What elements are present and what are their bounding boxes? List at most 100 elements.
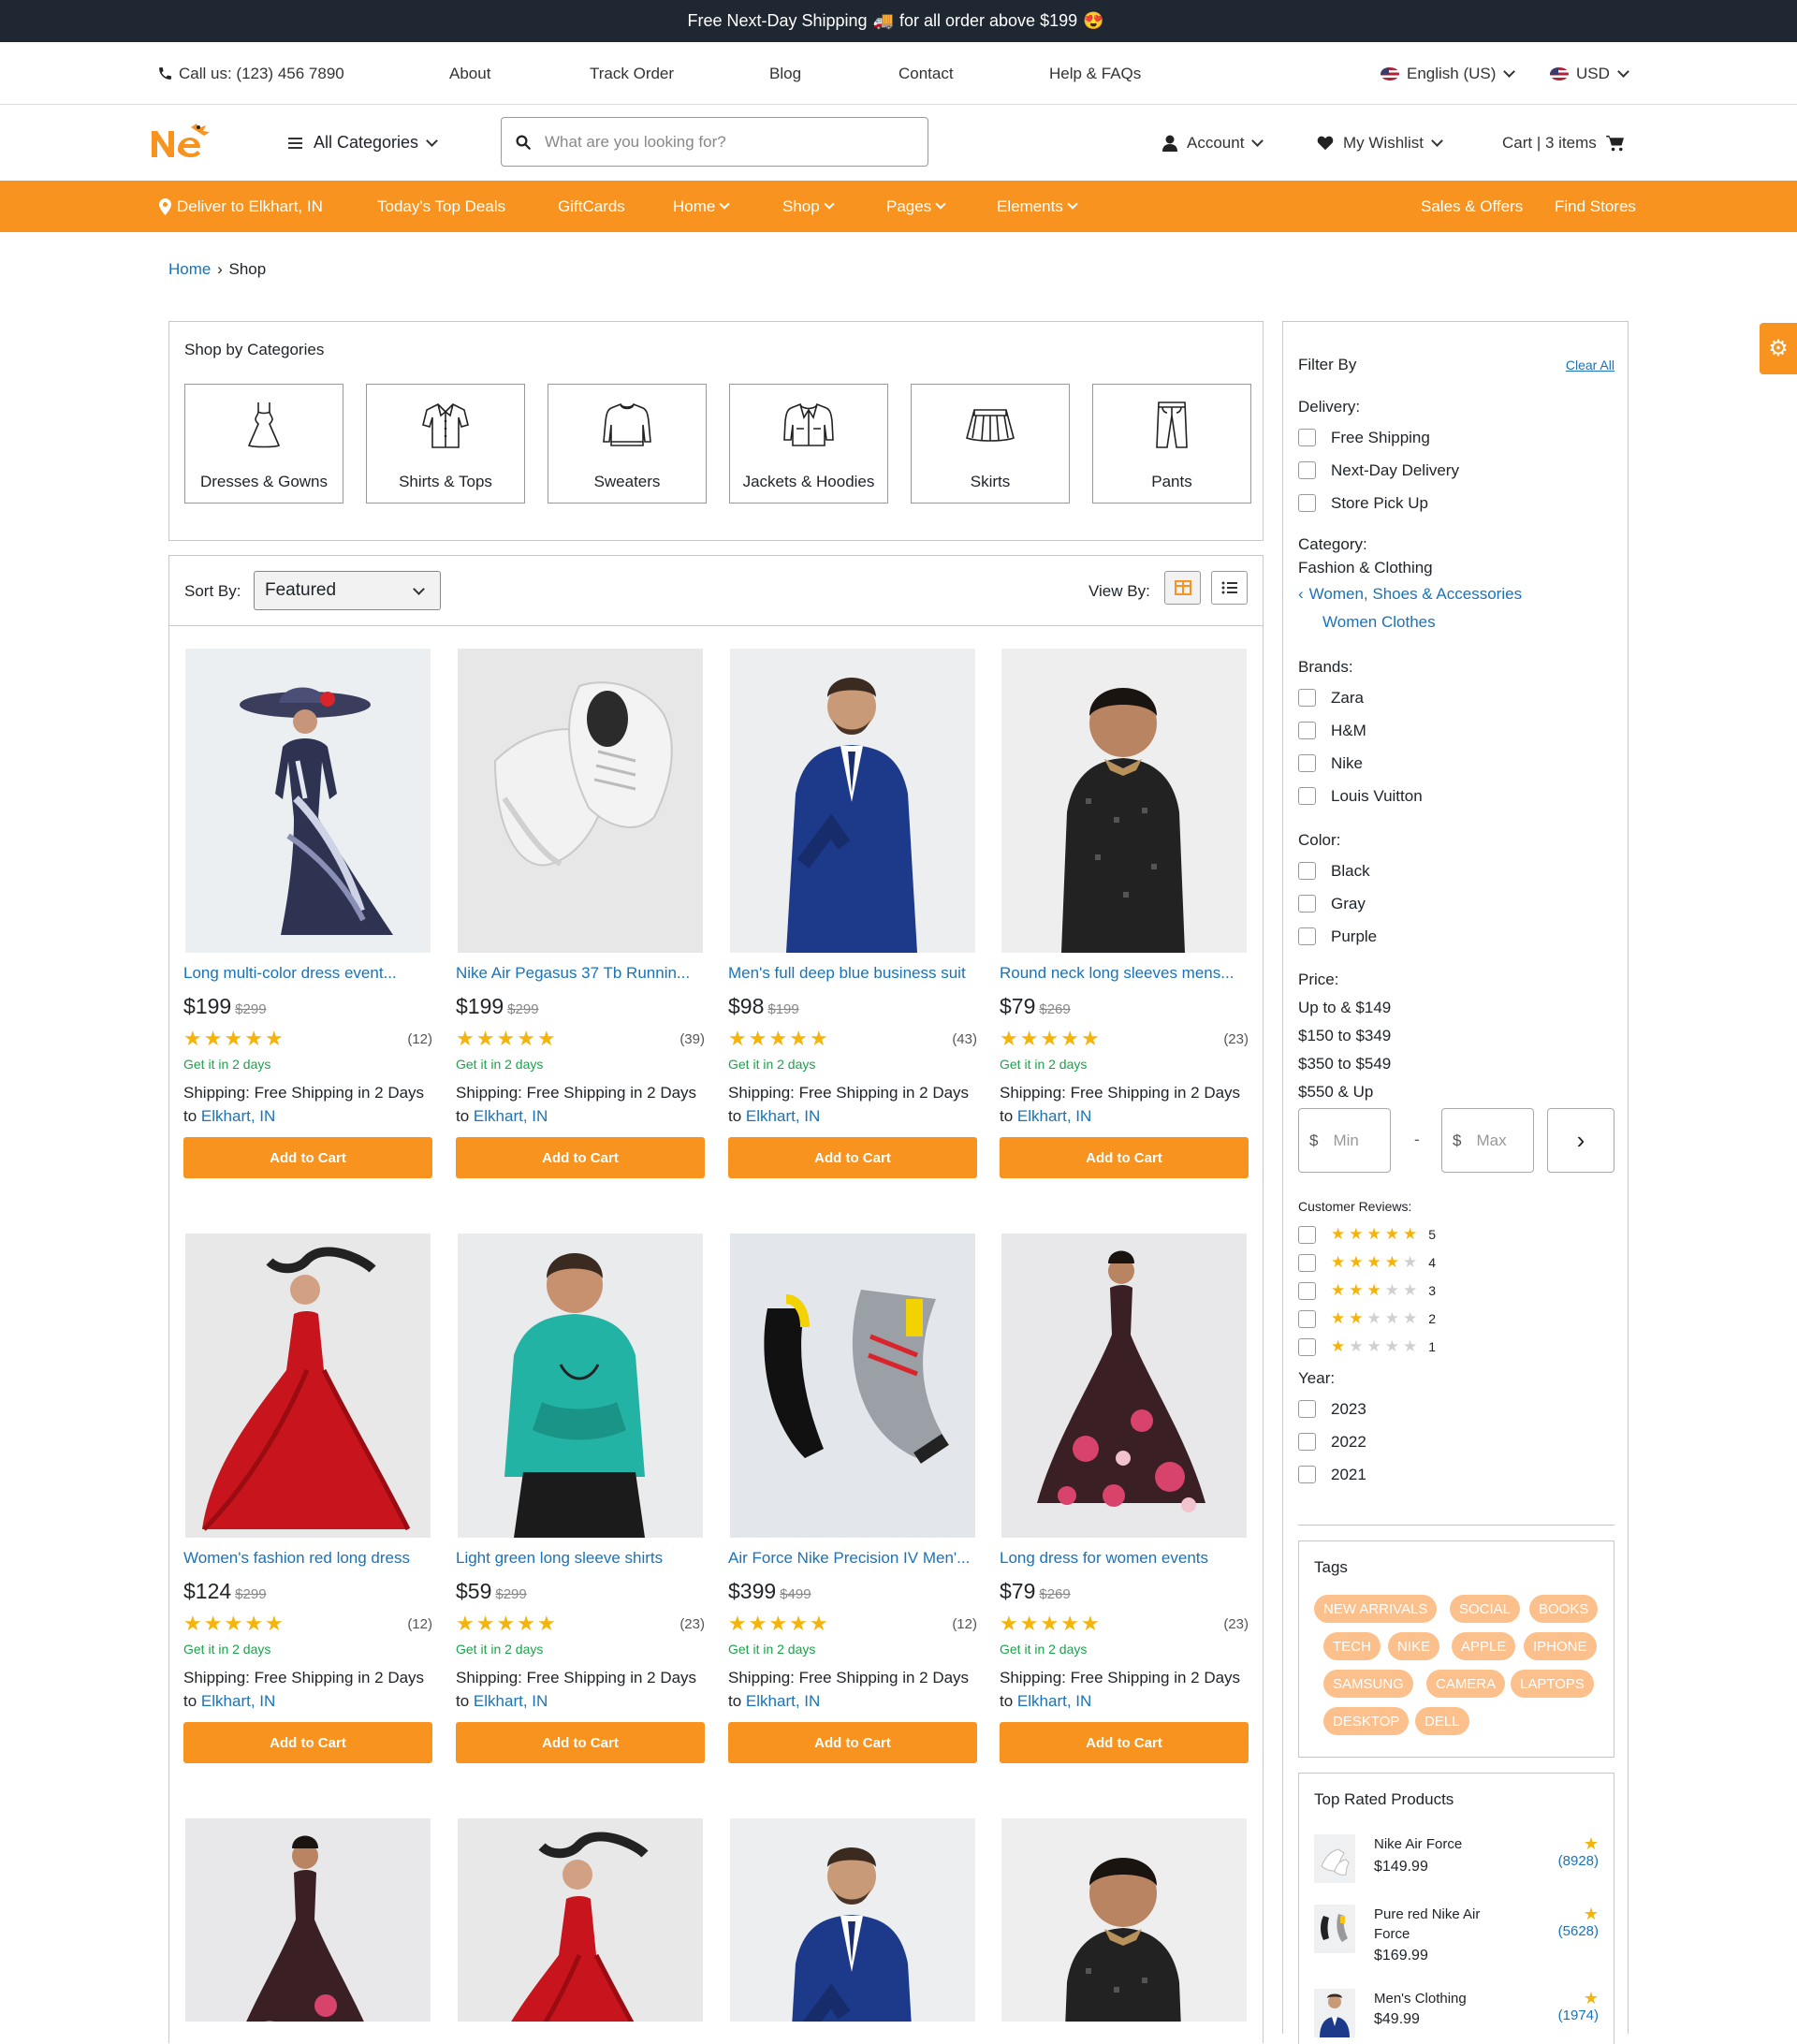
price-range-link[interactable]: $350 to $549 bbox=[1298, 1050, 1391, 1078]
tag-chip[interactable]: DESKTOP bbox=[1323, 1707, 1410, 1735]
search-icon[interactable] bbox=[515, 134, 532, 151]
product-image[interactable] bbox=[730, 649, 975, 953]
pages-menu[interactable]: Pages bbox=[886, 181, 946, 232]
checkbox[interactable] bbox=[1298, 862, 1316, 880]
year-option[interactable]: 2021 bbox=[1298, 1458, 1366, 1491]
giftcards-link[interactable]: GiftCards bbox=[558, 181, 625, 232]
price-range-link[interactable]: $550 & Up bbox=[1298, 1078, 1391, 1106]
product-image[interactable] bbox=[1001, 1818, 1247, 2022]
checkbox[interactable] bbox=[1298, 895, 1316, 912]
brand-option[interactable]: Louis Vuitton bbox=[1298, 780, 1423, 812]
product-card[interactable] bbox=[183, 1818, 432, 2022]
checkbox[interactable] bbox=[1298, 1281, 1316, 1300]
top-deals-link[interactable]: Today's Top Deals bbox=[377, 181, 505, 232]
shipping-location[interactable]: Elkhart, IN bbox=[1017, 1107, 1091, 1125]
checkbox[interactable] bbox=[1298, 494, 1316, 512]
category-shirts[interactable]: Shirts & Tops bbox=[366, 384, 525, 504]
product-card[interactable] bbox=[728, 1818, 977, 2022]
category-pants[interactable]: Pants bbox=[1092, 384, 1251, 504]
tag-chip[interactable]: TECH bbox=[1323, 1632, 1381, 1660]
product-title[interactable]: Nike Air Pegasus 37 Tb Runnin... bbox=[456, 964, 705, 983]
year-option[interactable]: 2022 bbox=[1298, 1425, 1366, 1458]
product-title[interactable]: Men's full deep blue business suit bbox=[728, 964, 977, 983]
brand-option[interactable]: H&M bbox=[1298, 714, 1423, 747]
category-parent-link[interactable]: ‹ Women, Shoes & Accessories bbox=[1298, 585, 1522, 613]
add-to-cart-button[interactable]: Add to Cart bbox=[183, 1722, 432, 1763]
color-option[interactable]: Gray bbox=[1298, 887, 1377, 920]
sort-select[interactable]: Featured bbox=[254, 571, 441, 610]
category-sweaters[interactable]: Sweaters bbox=[548, 384, 707, 504]
add-to-cart-button[interactable]: Add to Cart bbox=[456, 1722, 705, 1763]
settings-gear-button[interactable]: ⚙ bbox=[1760, 323, 1797, 374]
apply-price-button[interactable]: › bbox=[1547, 1108, 1614, 1173]
color-option[interactable]: Black bbox=[1298, 854, 1377, 887]
checkbox[interactable] bbox=[1298, 927, 1316, 945]
checkbox[interactable] bbox=[1298, 754, 1316, 772]
shipping-location[interactable]: Elkhart, IN bbox=[201, 1692, 275, 1710]
product-image[interactable] bbox=[1001, 1234, 1247, 1538]
product-card[interactable]: Men's full deep blue business suit $98 $1… bbox=[728, 649, 977, 1178]
price-range-link[interactable]: Up to & $149 bbox=[1298, 994, 1391, 1022]
product-title[interactable]: Air Force Nike Precision IV Men'... bbox=[728, 1549, 977, 1568]
year-option[interactable]: 2023 bbox=[1298, 1393, 1366, 1425]
add-to-cart-button[interactable]: Add to Cart bbox=[1000, 1137, 1249, 1178]
product-card[interactable]: Long dress for women events $79 $269 ★ ★ ★ ★… bbox=[1000, 1234, 1249, 1763]
product-image[interactable] bbox=[458, 1818, 703, 2022]
review-filter-option[interactable]: ★ ★ ★ ★ ★ 3 bbox=[1298, 1277, 1436, 1305]
product-title[interactable]: Long multi-color dress event... bbox=[183, 964, 432, 983]
product-card[interactable] bbox=[1000, 1818, 1249, 2022]
shipping-location[interactable]: Elkhart, IN bbox=[746, 1692, 820, 1710]
add-to-cart-button[interactable]: Add to Cart bbox=[456, 1137, 705, 1178]
product-image[interactable] bbox=[458, 649, 703, 953]
all-categories-menu[interactable]: All Categories bbox=[288, 105, 438, 181]
tag-chip[interactable]: SOCIAL bbox=[1450, 1595, 1521, 1623]
shipping-location[interactable]: Elkhart, IN bbox=[474, 1692, 548, 1710]
max-price-input[interactable]: $ Max bbox=[1441, 1108, 1534, 1173]
checkbox[interactable] bbox=[1298, 1309, 1316, 1328]
product-title[interactable]: Long dress for women events bbox=[1000, 1549, 1249, 1568]
review-filter-option[interactable]: ★ ★ ★ ★ ★ 4 bbox=[1298, 1248, 1436, 1277]
product-title[interactable]: Light green long sleeve shirts bbox=[456, 1549, 705, 1568]
sales-offers-link[interactable]: Sales & Offers bbox=[1421, 181, 1523, 232]
review-filter-option[interactable]: ★ ★ ★ ★ ★ 2 bbox=[1298, 1305, 1436, 1333]
checkbox[interactable] bbox=[1298, 1253, 1316, 1272]
tag-chip[interactable]: NIKE bbox=[1388, 1632, 1440, 1660]
shipping-location[interactable]: Elkhart, IN bbox=[201, 1107, 275, 1125]
tag-chip[interactable]: NEW ARRIVALS bbox=[1314, 1595, 1438, 1623]
category-jackets[interactable]: Jackets & Hoodies bbox=[729, 384, 888, 504]
phone-link[interactable]: Call us: (123) 456 7890 bbox=[157, 42, 344, 105]
review-filter-option[interactable]: ★ ★ ★ ★ ★ 5 bbox=[1298, 1220, 1436, 1248]
home-menu[interactable]: Home bbox=[673, 181, 731, 232]
tag-chip[interactable]: DELL bbox=[1415, 1707, 1469, 1735]
category-dresses[interactable]: Dresses & Gowns bbox=[184, 384, 343, 504]
breadcrumb-home[interactable]: Home bbox=[168, 260, 211, 278]
deliver-to-link[interactable]: Deliver to Elkhart, IN bbox=[159, 181, 323, 232]
grid-view-button[interactable] bbox=[1164, 571, 1201, 605]
min-price-input[interactable]: $ Min bbox=[1298, 1108, 1391, 1173]
price-range-link[interactable]: $150 to $349 bbox=[1298, 1022, 1391, 1050]
shop-menu[interactable]: Shop bbox=[782, 181, 835, 232]
add-to-cart-button[interactable]: Add to Cart bbox=[728, 1722, 977, 1763]
checkbox[interactable] bbox=[1298, 689, 1316, 707]
blog-link[interactable]: Blog bbox=[769, 42, 801, 105]
list-view-button[interactable] bbox=[1211, 571, 1248, 605]
add-to-cart-button[interactable]: Add to Cart bbox=[183, 1137, 432, 1178]
product-image[interactable] bbox=[458, 1234, 703, 1538]
product-image[interactable] bbox=[185, 1234, 431, 1538]
product-card[interactable]: Long multi-color dress event... $199 $299… bbox=[183, 649, 432, 1178]
review-filter-option[interactable]: ★ ★ ★ ★ ★ 1 bbox=[1298, 1333, 1436, 1361]
product-card[interactable]: Round neck long sleeves mens... $79 $269 … bbox=[1000, 649, 1249, 1178]
account-menu[interactable]: Account bbox=[1162, 105, 1264, 181]
checkbox[interactable] bbox=[1298, 787, 1316, 805]
checkbox[interactable] bbox=[1298, 1433, 1316, 1451]
color-option[interactable]: Purple bbox=[1298, 920, 1377, 953]
delivery-option[interactable]: Free Shipping bbox=[1298, 421, 1459, 454]
wishlist-menu[interactable]: My Wishlist bbox=[1317, 105, 1443, 181]
clear-all-link[interactable]: Clear All bbox=[1566, 358, 1614, 372]
product-card[interactable] bbox=[456, 1818, 705, 2022]
checkbox[interactable] bbox=[1298, 1337, 1316, 1356]
tag-chip[interactable]: IPHONE bbox=[1524, 1632, 1597, 1660]
product-card[interactable]: Light green long sleeve shirts $59 $299 ★… bbox=[456, 1234, 705, 1763]
find-stores-link[interactable]: Find Stores bbox=[1555, 181, 1636, 232]
checkbox[interactable] bbox=[1298, 1400, 1316, 1418]
